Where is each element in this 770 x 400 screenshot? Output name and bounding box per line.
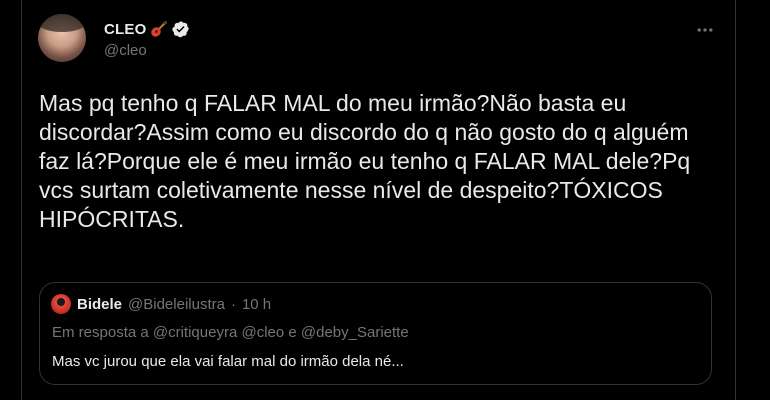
author-avatar[interactable]: [38, 14, 86, 62]
quoted-separator: ·: [230, 295, 236, 313]
display-name-row: CLEO: [104, 19, 190, 39]
author-display-name[interactable]: CLEO: [104, 21, 146, 38]
tweet-text: Mas pq tenho q FALAR MAL do meu irmão?Nã…: [39, 90, 691, 232]
avatar-hair: [38, 14, 86, 32]
author-header: CLEO @cleo: [104, 19, 190, 59]
quoted-timestamp: 10 h: [241, 295, 272, 313]
more-dots-icon: [697, 28, 713, 32]
quoted-tweet-header: Bidele @Bideleilustra · 10 h: [51, 294, 271, 314]
quoted-author-handle: @Bideleilustra: [128, 295, 225, 313]
quoted-tweet[interactable]: Bidele @Bideleilustra · 10 h Em resposta…: [39, 282, 712, 385]
quoted-reply-context: Em resposta a @critiqueyra @cleo e @deby…: [52, 324, 409, 341]
author-handle[interactable]: @cleo: [104, 42, 190, 59]
tweet-card[interactable]: CLEO @cleo Mas pq tenho q FALAR MAL do m…: [21, 0, 736, 400]
quoted-author-avatar: [51, 294, 71, 314]
verified-badge-icon: [172, 20, 190, 38]
more-options-button[interactable]: [691, 16, 719, 44]
quoted-tweet-text: Mas vc jurou que ela vai falar mal do ir…: [52, 353, 404, 370]
guitar-icon: [150, 20, 168, 38]
quoted-author-display-name: Bidele: [77, 295, 123, 313]
